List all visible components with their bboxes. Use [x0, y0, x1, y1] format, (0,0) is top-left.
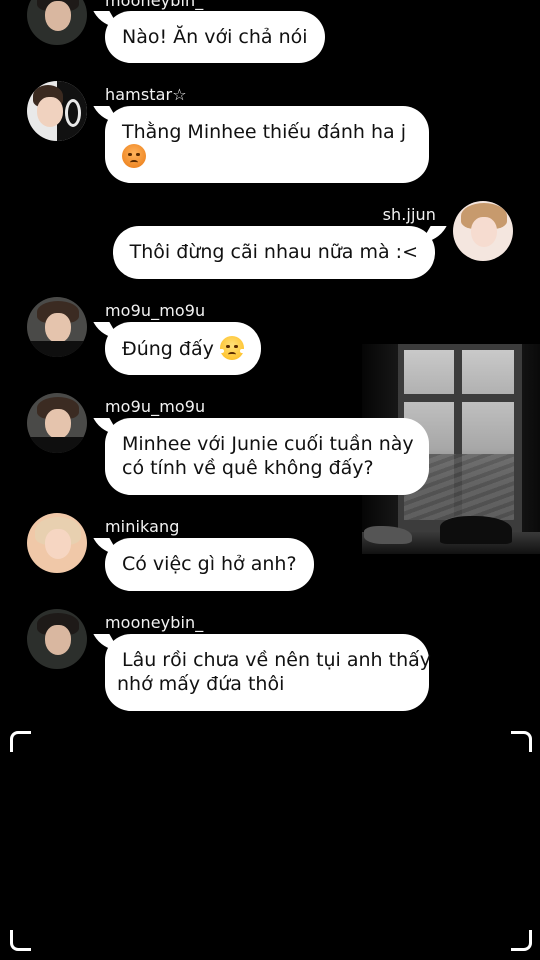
username: mo9u_mo9u: [105, 301, 206, 320]
message-text: Đúng đấy: [122, 338, 214, 360]
message-bubble[interactable]: Thôi đừng cãi nhau nữa mà :<: [112, 226, 435, 279]
message-text: Minhee với Junie cuối tuần này: [122, 433, 414, 455]
message-bubble[interactable]: Đúng đấy: [105, 322, 261, 375]
username: minikang: [105, 517, 180, 536]
avatar[interactable]: [453, 201, 513, 261]
avatar[interactable]: [27, 609, 87, 669]
message-bubble[interactable]: Lâu rồi chưa về nên tụi anh thấy nhớ mấy…: [105, 634, 432, 711]
avatar[interactable]: [27, 297, 87, 357]
avatar[interactable]: [27, 513, 87, 573]
frame-corner: [10, 930, 31, 951]
message-bubble[interactable]: Nào! Ăn với chả nói: [105, 11, 325, 63]
username: mo9u_mo9u: [105, 397, 206, 416]
avatar[interactable]: [27, 393, 87, 453]
message-text: Có việc gì hở anh?: [122, 553, 297, 575]
face-with-steam-icon: [217, 336, 246, 360]
frame-corner: [511, 731, 532, 752]
message-text: nhớ mấy đứa thôi: [117, 673, 285, 695]
avatar[interactable]: [27, 81, 87, 141]
message-bubble[interactable]: Thằng Minhee thiếu đánh ha j: [105, 106, 429, 183]
message-bubble[interactable]: Minhee với Junie cuối tuần này có tính v…: [105, 418, 429, 495]
message-text: Nào! Ăn với chả nói: [122, 26, 308, 48]
message-text: Lâu rồi chưa về nên tụi anh thấy: [122, 649, 432, 671]
angry-face-icon: [122, 144, 146, 168]
frame-corner: [511, 930, 532, 951]
chat-screen: mooneybin_ Nào! Ăn với chả nói hamstar☆ …: [0, 0, 540, 960]
message-text: Thôi đừng cãi nhau nữa mà :<: [129, 241, 418, 263]
message-bubble[interactable]: Có việc gì hở anh?: [105, 538, 314, 591]
avatar[interactable]: [27, 0, 87, 45]
username: mooneybin_: [105, 613, 204, 632]
message-text: Thằng Minhee thiếu đánh ha j: [122, 121, 406, 143]
message-text: có tính về quê không đấy?: [122, 457, 374, 479]
username: mooneybin_: [105, 0, 204, 10]
frame-corner: [10, 731, 31, 752]
username: hamstar☆: [105, 85, 187, 104]
username: sh.jjun: [382, 205, 436, 224]
